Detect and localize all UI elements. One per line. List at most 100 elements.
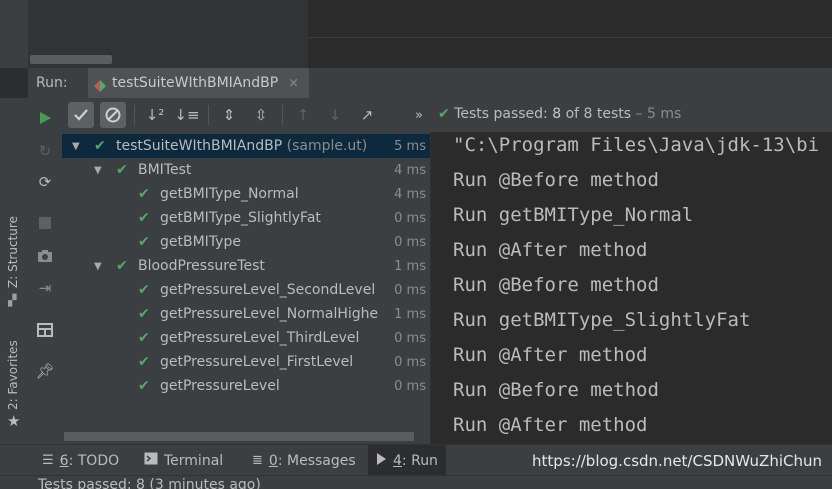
stop-icon[interactable] xyxy=(36,214,54,232)
run-window-header: Run: testSuiteWIthBMIAndBP × xyxy=(28,68,832,99)
console-line: Run @Before method xyxy=(453,379,659,401)
status-check-icon: ✔ xyxy=(438,106,450,122)
todo-tab-label: 6: TODO xyxy=(59,452,120,469)
console-line: Run @Before method xyxy=(453,274,659,296)
sort-by-duration-icon[interactable]: ↓≡ xyxy=(174,102,200,128)
test-tree-row[interactable]: ✔ getBMIType_Normal 4 ms xyxy=(62,182,430,206)
sort-alphabetically-icon[interactable]: ↓² xyxy=(142,102,168,128)
console-line: "C:\Program Files\Java\jdk-13\bi xyxy=(453,134,820,156)
test-duration: 5 ms xyxy=(388,138,426,154)
show-ignored-icon[interactable] xyxy=(100,102,126,128)
test-tree-row[interactable]: ▼ ✔ BMITest 4 ms xyxy=(62,158,430,182)
test-name: getBMIType_SlightlyFat xyxy=(160,210,321,226)
horizontal-scrollbar[interactable] xyxy=(30,55,112,64)
expand-arrow-icon[interactable]: ▼ xyxy=(94,261,102,272)
test-tree-row[interactable]: ✔ getBMIType 0 ms xyxy=(62,230,430,254)
collapse-all-icon[interactable]: ⇳ xyxy=(248,102,274,128)
terminal-icon xyxy=(144,452,158,469)
run-controls: ↻ ⟳ ⇥ 📌︎ xyxy=(28,98,62,444)
run-tab-label: testSuiteWIthBMIAndBP xyxy=(112,75,279,91)
pin-icon[interactable]: 📌︎ xyxy=(35,362,54,380)
passed-check-icon: ✔ xyxy=(138,306,150,322)
structure-label: Z: Structure xyxy=(6,216,20,288)
expand-all-icon[interactable]: ⇕ xyxy=(216,102,242,128)
test-tree: ▼ ✔ testSuiteWIthBMIAndBP (sample.ut) 5 ms ▼… xyxy=(62,132,430,444)
status-prefix: Tests passed: xyxy=(454,106,553,122)
run-tab[interactable]: 4: Run xyxy=(368,445,446,476)
run-config-tab[interactable]: testSuiteWIthBMIAndBP × xyxy=(88,68,310,98)
favorites-tool-button[interactable]: 2: Favorites xyxy=(6,340,20,410)
console-line: Run @Before method xyxy=(453,169,659,191)
export-icon[interactable]: ↗ xyxy=(354,102,380,128)
status-bar-text: Tests passed: 8 (3 minutes ago) xyxy=(38,477,261,489)
passed-check-icon: ✔ xyxy=(138,330,150,346)
star-icon: ★ xyxy=(7,412,21,430)
test-duration: 0 ms xyxy=(388,354,426,370)
test-name: getBMIType_Normal xyxy=(160,186,299,202)
test-duration: 0 ms xyxy=(388,378,426,394)
watermark: https://blog.csdn.net/CSDNWuZhiChun xyxy=(532,452,822,470)
test-duration: 0 ms xyxy=(388,282,426,298)
close-icon[interactable]: × xyxy=(288,76,299,91)
divider xyxy=(308,37,832,38)
run-icon xyxy=(376,452,387,469)
passed-check-icon: ✔ xyxy=(138,282,150,298)
console-line: Run @After method xyxy=(453,414,648,436)
toolbar-separator xyxy=(208,105,209,125)
terminal-tab-label: Terminal xyxy=(164,452,224,469)
import-icon[interactable]: ⇥ xyxy=(36,279,54,297)
console-output[interactable]: "C:\Program Files\Java\jdk-13\bi Run @Bef… xyxy=(430,132,832,444)
messages-icon: ≣ xyxy=(252,453,263,468)
console-line: Run getBMIType_SlightlyFat xyxy=(453,309,751,331)
test-duration: 0 ms xyxy=(388,330,426,346)
passed-check-icon: ✔ xyxy=(116,258,128,274)
test-duration: 4 ms xyxy=(388,162,426,178)
left-tool-strip: Z: Structure ▞ 2: Favorites ★ xyxy=(0,98,29,444)
passed-check-icon: ✔ xyxy=(138,186,150,202)
test-duration: 0 ms xyxy=(388,234,426,250)
test-duration: 4 ms xyxy=(388,186,426,202)
test-name: getPressureLevel_SecondLevel xyxy=(160,282,376,298)
passed-check-icon: ✔ xyxy=(94,138,106,154)
run-tab-label: 4: Run xyxy=(393,452,438,469)
show-passed-icon[interactable] xyxy=(68,102,94,128)
camera-icon[interactable] xyxy=(36,247,54,265)
test-name: BMITest xyxy=(138,162,192,178)
terminal-tab[interactable]: Terminal xyxy=(136,445,231,476)
console-line: Run @After method xyxy=(453,239,648,261)
passed-check-icon: ✔ xyxy=(138,354,150,370)
previous-failed-icon[interactable]: ↑ xyxy=(290,102,316,128)
layout-icon[interactable] xyxy=(36,321,54,339)
rerun-failed-icon[interactable]: ↻ xyxy=(36,142,54,160)
test-tree-row[interactable]: ✔ getPressureLevel_FirstLevel 0 ms xyxy=(62,350,430,374)
test-name: getPressureLevel_NormalHighe xyxy=(160,306,379,322)
bottom-tool-bar: ☰ 6: TODO Terminal ≣ 0: Messages 4: Run … xyxy=(0,444,832,476)
next-failed-icon[interactable]: ↓ xyxy=(322,102,348,128)
test-name: getBMIType xyxy=(160,234,241,250)
list-icon: ☰ xyxy=(42,453,54,468)
test-tree-row[interactable]: ✔ getPressureLevel_NormalHighe 1 ms xyxy=(62,302,430,326)
test-tree-row[interactable]: ✔ getBMIType_SlightlyFat 0 ms xyxy=(62,206,430,230)
test-suite-icon xyxy=(94,77,106,92)
passed-check-icon: ✔ xyxy=(116,162,128,178)
test-name: testSuiteWIthBMIAndBP (sample.ut) xyxy=(116,138,368,154)
test-tree-row[interactable]: ▼ ✔ BloodPressureTest 1 ms xyxy=(62,254,430,278)
status-bar: Tests passed: 8 (3 minutes ago) xyxy=(0,475,832,489)
status-passed-count: 8 xyxy=(552,106,562,122)
expand-arrow-icon[interactable]: ▼ xyxy=(94,165,102,176)
messages-tab[interactable]: ≣ 0: Messages xyxy=(244,445,364,476)
structure-tool-button[interactable]: Z: Structure xyxy=(6,216,20,288)
expand-arrow-icon[interactable]: ▼ xyxy=(72,141,80,152)
test-duration: 1 ms xyxy=(388,258,426,274)
status-duration: – 5 ms xyxy=(631,106,682,122)
more-icon[interactable]: » xyxy=(406,102,432,128)
passed-check-icon: ✔ xyxy=(138,210,150,226)
tree-horizontal-scrollbar[interactable] xyxy=(64,432,414,441)
toggle-auto-test-icon[interactable]: ⟳ xyxy=(36,173,54,191)
test-tree-row[interactable]: ✔ getPressureLevel 0 ms xyxy=(62,374,430,398)
test-tree-row[interactable]: ✔ getPressureLevel_SecondLevel 0 ms xyxy=(62,278,430,302)
test-tree-row[interactable]: ▼ ✔ testSuiteWIthBMIAndBP (sample.ut) 5 ms xyxy=(62,134,430,158)
test-tree-row[interactable]: ✔ getPressureLevel_ThirdLevel 0 ms xyxy=(62,326,430,350)
rerun-icon[interactable] xyxy=(36,109,54,127)
todo-tab[interactable]: ☰ 6: TODO xyxy=(34,445,127,476)
